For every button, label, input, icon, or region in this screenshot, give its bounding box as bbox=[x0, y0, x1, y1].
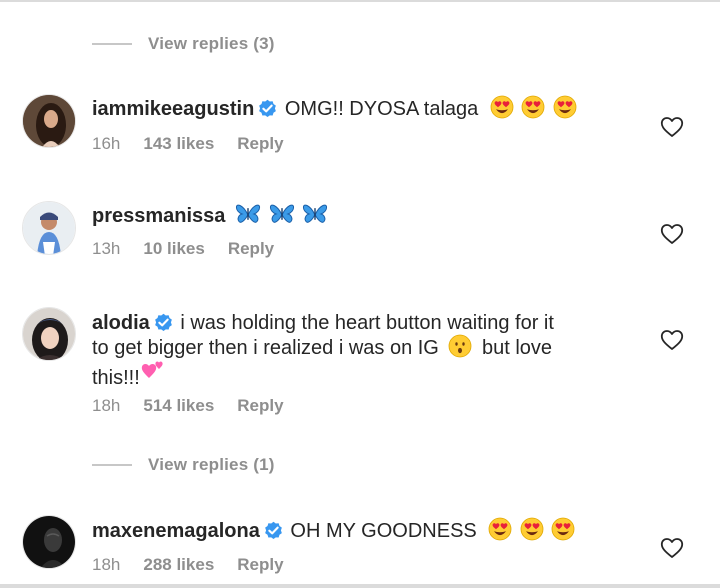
heart-eyes-emoji-icon bbox=[553, 95, 577, 119]
comment-meta: 18h 514 likes Reply bbox=[92, 395, 307, 417]
heart-eyes-emoji-icon bbox=[521, 95, 545, 119]
reply-button[interactable]: Reply bbox=[237, 396, 283, 415]
comment-meta: 18h 288 likes Reply bbox=[92, 554, 307, 576]
comment-time: 18h bbox=[92, 396, 121, 415]
heart-eyes-emoji-icon bbox=[490, 95, 514, 119]
heart-eyes-emoji-icon bbox=[488, 517, 512, 541]
comment-username[interactable]: iammikeeagustin bbox=[92, 98, 254, 120]
reply-button[interactable]: Reply bbox=[237, 555, 283, 574]
comment-line: to get bigger then i realized i was on I… bbox=[92, 334, 552, 360]
heart-eyes-emoji-icon bbox=[551, 517, 575, 541]
verified-badge-icon bbox=[258, 99, 277, 118]
view-replies-button[interactable]: View replies (1) bbox=[92, 453, 275, 477]
comment-meta: 16h 143 likes Reply bbox=[92, 133, 307, 155]
top-divider bbox=[0, 0, 720, 2]
comment-time: 18h bbox=[92, 555, 121, 574]
avatar-iammikeeagustin[interactable] bbox=[22, 94, 76, 148]
view-replies-label: View replies (3) bbox=[148, 34, 275, 53]
butterfly-emoji-icon bbox=[302, 202, 328, 226]
comment-text-line-3: this!!! bbox=[92, 367, 140, 389]
like-heart-icon[interactable] bbox=[660, 329, 684, 351]
bottom-divider bbox=[0, 584, 720, 588]
like-heart-icon[interactable] bbox=[660, 537, 684, 559]
comment-time: 13h bbox=[92, 239, 121, 258]
comment-likes[interactable]: 514 likes bbox=[143, 396, 214, 415]
hushed-face-emoji-icon bbox=[448, 334, 472, 358]
comment-time: 16h bbox=[92, 134, 121, 153]
comment-text: OH MY GOODNESS bbox=[290, 520, 477, 542]
comment-text-line-2b: but love bbox=[482, 337, 553, 359]
comment-username[interactable]: alodia bbox=[92, 312, 150, 334]
comment-line: pressmanissa bbox=[92, 202, 328, 228]
comment-line: alodia i was holding the heart button wa… bbox=[92, 311, 554, 335]
verified-badge-icon bbox=[264, 521, 283, 540]
avatar-maxenemagalona[interactable] bbox=[22, 515, 76, 569]
view-replies-label: View replies (1) bbox=[148, 455, 275, 474]
reply-button[interactable]: Reply bbox=[228, 239, 274, 258]
reply-button[interactable]: Reply bbox=[237, 134, 283, 153]
comment-meta: 13h 10 likes Reply bbox=[92, 238, 297, 260]
verified-badge-icon bbox=[154, 313, 173, 332]
comment-username[interactable]: pressmanissa bbox=[92, 205, 225, 227]
comment-likes[interactable]: 10 likes bbox=[143, 239, 204, 258]
comment-line: maxenemagalona OH MY GOODNESS bbox=[92, 517, 575, 543]
butterfly-emoji-icon bbox=[235, 202, 261, 226]
avatar-pressmanissa[interactable] bbox=[22, 201, 76, 255]
like-heart-icon[interactable] bbox=[660, 116, 684, 138]
comment-likes[interactable]: 288 likes bbox=[143, 555, 214, 574]
comment-text-line-1: i was holding the heart button waiting f… bbox=[180, 312, 554, 334]
view-replies-button[interactable]: View replies (3) bbox=[92, 32, 275, 56]
like-heart-icon[interactable] bbox=[660, 223, 684, 245]
heart-eyes-emoji-icon bbox=[520, 517, 544, 541]
replies-line bbox=[92, 464, 132, 466]
comment-line: this!!! bbox=[92, 358, 166, 390]
avatar-alodia[interactable] bbox=[22, 307, 76, 361]
comment-likes[interactable]: 143 likes bbox=[143, 134, 214, 153]
comment-text-line-2: to get bigger then i realized i was on I… bbox=[92, 337, 439, 359]
two-hearts-emoji-icon bbox=[140, 358, 166, 382]
comment-text: OMG!! DYOSA talaga bbox=[284, 98, 479, 120]
replies-line bbox=[92, 43, 132, 45]
comment-username[interactable]: maxenemagalona bbox=[92, 520, 260, 542]
comment-line: iammikeeagustin OMG!! DYOSA talaga bbox=[92, 95, 577, 121]
butterfly-emoji-icon bbox=[269, 202, 295, 226]
